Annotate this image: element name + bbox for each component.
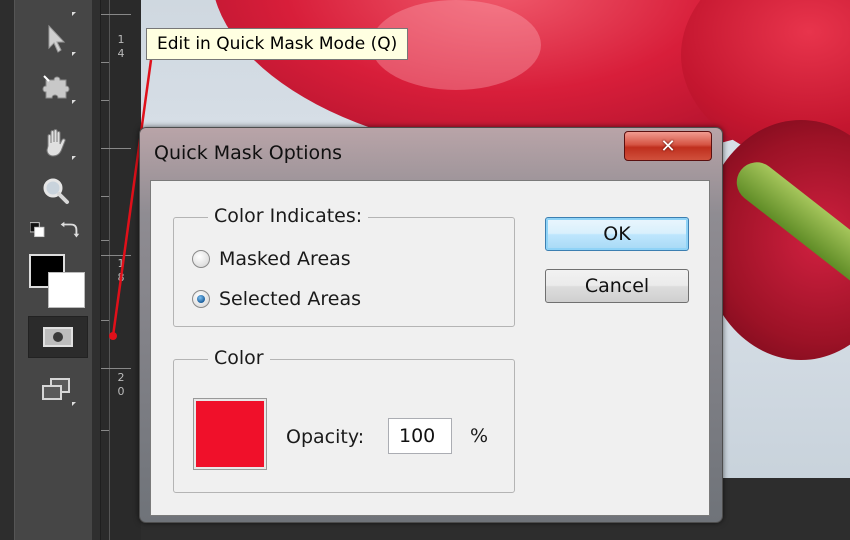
- ruler-label: 0: [117, 385, 125, 398]
- color-indicates-group: Color Indicates: Masked Areas Selected A…: [173, 205, 515, 327]
- flyout-triangle-icon: [72, 402, 76, 406]
- cancel-button[interactable]: Cancel: [545, 269, 689, 303]
- screen-mode-tool[interactable]: [30, 368, 82, 410]
- close-button[interactable]: ✕: [624, 131, 712, 161]
- ruler-tick: [101, 148, 131, 149]
- mask-color-fill: [196, 401, 264, 467]
- ruler-tick: [101, 100, 109, 101]
- ruler-tick: [101, 368, 131, 369]
- ruler-tick: [101, 255, 131, 256]
- puppet-tool[interactable]: [30, 66, 82, 108]
- color-indicates-legend: Color Indicates:: [208, 205, 369, 227]
- color-swap-controls[interactable]: [30, 214, 82, 248]
- ruler-label: 4: [117, 47, 125, 60]
- color-group: Color Opacity: %: [173, 347, 515, 493]
- flyout-triangle-icon: [72, 52, 76, 56]
- masked-areas-option[interactable]: Masked Areas: [192, 248, 351, 270]
- selected-areas-label[interactable]: Selected Areas: [219, 288, 361, 310]
- panel-divider: [14, 0, 15, 540]
- screen-mode-icon: [42, 378, 70, 400]
- ruler-label: 2: [117, 371, 125, 384]
- opacity-unit: %: [470, 425, 489, 447]
- flyout-triangle-icon: [72, 100, 76, 104]
- tool-top-partial[interactable]: [30, 0, 82, 20]
- ruler-tick: [101, 430, 109, 431]
- ruler-label: 8: [117, 271, 125, 284]
- masked-areas-radio[interactable]: [192, 250, 210, 268]
- magnifier-icon: [43, 178, 69, 204]
- puzzle-icon: [42, 75, 70, 99]
- panel-edge-right: [92, 0, 100, 540]
- ok-button[interactable]: OK: [545, 217, 689, 251]
- ruler-tick: [101, 320, 109, 321]
- opacity-label: Opacity:: [286, 426, 365, 448]
- ruler-label: 1: [117, 257, 125, 270]
- zoom-tool[interactable]: [30, 170, 82, 212]
- hand-tool[interactable]: [30, 122, 82, 164]
- tooltip: Edit in Quick Mask Mode (Q): [146, 28, 409, 60]
- vertical-ruler: 1 4 1 8 2 0: [100, 0, 141, 540]
- masked-areas-label[interactable]: Masked Areas: [219, 248, 351, 270]
- quick-mask-options-dialog: Quick Mask Options ✕ Color Indicates: Ma…: [139, 127, 723, 523]
- ruler-guide-line: [109, 0, 110, 540]
- close-icon: ✕: [660, 135, 676, 157]
- dialog-title: Quick Mask Options: [154, 142, 343, 164]
- ruler-tick: [101, 62, 109, 63]
- move-tool[interactable]: [30, 18, 82, 60]
- mask-color-swatch[interactable]: [193, 398, 267, 470]
- dialog-client-area: Color Indicates: Masked Areas Selected A…: [150, 180, 710, 516]
- arrow-icon: [48, 24, 66, 53]
- flyout-triangle-icon: [72, 156, 76, 160]
- ruler-label: 1: [117, 33, 125, 46]
- ruler-tick: [101, 14, 131, 15]
- selected-areas-option[interactable]: Selected Areas: [192, 288, 361, 310]
- flyout-triangle-icon: [72, 12, 76, 16]
- default-colors-icon: [30, 221, 80, 238]
- background-color-swatch[interactable]: [48, 272, 85, 308]
- quick-mask-tool[interactable]: [28, 316, 88, 358]
- ruler-tick: [101, 196, 109, 197]
- panel-edge: [0, 0, 14, 540]
- tools-panel: [0, 0, 100, 540]
- ruler-tick: [101, 240, 109, 241]
- selected-areas-radio[interactable]: [192, 290, 210, 308]
- quick-mask-icon: [43, 327, 73, 347]
- opacity-input[interactable]: [388, 418, 452, 454]
- hand-icon: [46, 129, 66, 157]
- color-legend: Color: [208, 347, 270, 369]
